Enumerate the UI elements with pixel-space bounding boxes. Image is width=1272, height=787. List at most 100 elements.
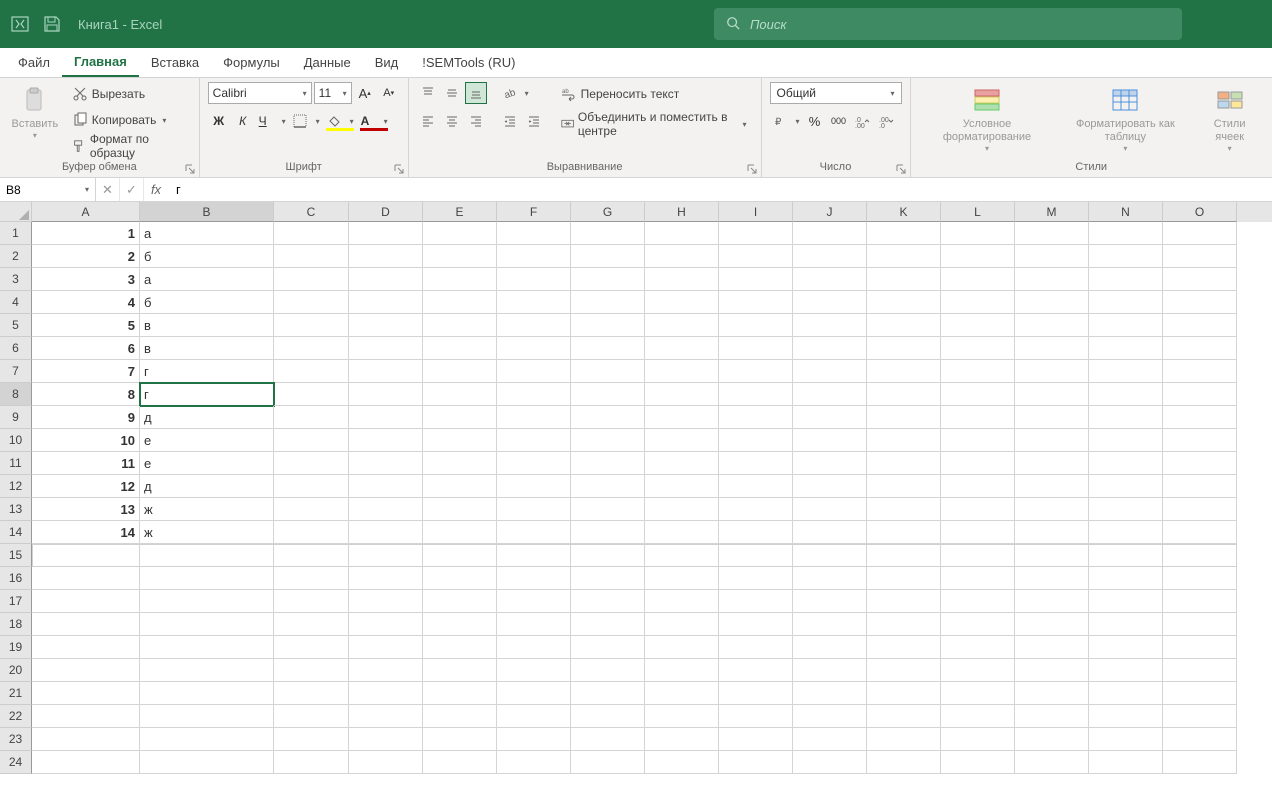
- cell-L14[interactable]: [941, 521, 1015, 544]
- cell-M20[interactable]: [1015, 659, 1089, 682]
- cell-E6[interactable]: [423, 337, 497, 360]
- cell-O6[interactable]: [1163, 337, 1237, 360]
- cell-N22[interactable]: [1089, 705, 1163, 728]
- cell-E13[interactable]: [423, 498, 497, 521]
- cell-G7[interactable]: [571, 360, 645, 383]
- select-all-corner[interactable]: [0, 202, 32, 222]
- cell-F18[interactable]: [497, 613, 571, 636]
- cell-F10[interactable]: [497, 429, 571, 452]
- col-header-N[interactable]: N: [1089, 202, 1163, 222]
- cell-F19[interactable]: [497, 636, 571, 659]
- cell-C13[interactable]: [274, 498, 349, 521]
- cell-H13[interactable]: [645, 498, 719, 521]
- cell-J21[interactable]: [793, 682, 867, 705]
- cell-H10[interactable]: [645, 429, 719, 452]
- cell-A16[interactable]: [32, 567, 140, 590]
- cell-H14[interactable]: [645, 521, 719, 544]
- col-header-M[interactable]: M: [1015, 202, 1089, 222]
- cell-C23[interactable]: [274, 728, 349, 751]
- cell-D12[interactable]: [349, 475, 423, 498]
- cell-N19[interactable]: [1089, 636, 1163, 659]
- cell-H24[interactable]: [645, 751, 719, 774]
- col-header-H[interactable]: H: [645, 202, 719, 222]
- row-header-24[interactable]: 24: [0, 751, 32, 774]
- cell-H17[interactable]: [645, 590, 719, 613]
- align-bottom-button[interactable]: [465, 82, 487, 104]
- cell-I15[interactable]: [719, 544, 793, 567]
- decrease-decimal-button[interactable]: .00.0: [876, 110, 898, 132]
- cell-N10[interactable]: [1089, 429, 1163, 452]
- cell-F1[interactable]: [497, 222, 571, 245]
- cell-K5[interactable]: [867, 314, 941, 337]
- cell-F3[interactable]: [497, 268, 571, 291]
- cell-A20[interactable]: [32, 659, 140, 682]
- cell-C1[interactable]: [274, 222, 349, 245]
- cell-B14[interactable]: ж: [140, 521, 274, 544]
- clipboard-dialog-launcher[interactable]: [185, 163, 197, 175]
- align-center-button[interactable]: [441, 110, 463, 132]
- cell-L13[interactable]: [941, 498, 1015, 521]
- cell-A5[interactable]: 5: [32, 314, 140, 337]
- cell-D3[interactable]: [349, 268, 423, 291]
- cell-O20[interactable]: [1163, 659, 1237, 682]
- increase-indent-button[interactable]: [523, 110, 545, 132]
- comma-style-button[interactable]: 000: [828, 110, 850, 132]
- cell-M24[interactable]: [1015, 751, 1089, 774]
- cell-E11[interactable]: [423, 452, 497, 475]
- cell-F21[interactable]: [497, 682, 571, 705]
- cell-N11[interactable]: [1089, 452, 1163, 475]
- cell-K23[interactable]: [867, 728, 941, 751]
- cell-J13[interactable]: [793, 498, 867, 521]
- cell-F5[interactable]: [497, 314, 571, 337]
- cell-J24[interactable]: [793, 751, 867, 774]
- cell-E19[interactable]: [423, 636, 497, 659]
- col-header-B[interactable]: B: [140, 202, 274, 222]
- cell-E15[interactable]: [423, 544, 497, 567]
- cell-E5[interactable]: [423, 314, 497, 337]
- cell-H20[interactable]: [645, 659, 719, 682]
- cell-G15[interactable]: [571, 544, 645, 567]
- cell-A9[interactable]: 9: [32, 406, 140, 429]
- cell-C21[interactable]: [274, 682, 349, 705]
- cell-K20[interactable]: [867, 659, 941, 682]
- cell-B24[interactable]: [140, 751, 274, 774]
- cell-M12[interactable]: [1015, 475, 1089, 498]
- cell-K22[interactable]: [867, 705, 941, 728]
- cell-A12[interactable]: 12: [32, 475, 140, 498]
- cell-F9[interactable]: [497, 406, 571, 429]
- cell-N23[interactable]: [1089, 728, 1163, 751]
- cell-E8[interactable]: [423, 383, 497, 406]
- cell-D24[interactable]: [349, 751, 423, 774]
- cell-B2[interactable]: б: [140, 245, 274, 268]
- col-header-E[interactable]: E: [423, 202, 497, 222]
- row-header-15[interactable]: 15: [0, 544, 32, 567]
- cell-A21[interactable]: [32, 682, 140, 705]
- cell-K13[interactable]: [867, 498, 941, 521]
- cell-C16[interactable]: [274, 567, 349, 590]
- cell-O10[interactable]: [1163, 429, 1237, 452]
- cell-H8[interactable]: [645, 383, 719, 406]
- cell-K7[interactable]: [867, 360, 941, 383]
- cell-I21[interactable]: [719, 682, 793, 705]
- cell-J17[interactable]: [793, 590, 867, 613]
- cell-B6[interactable]: в: [140, 337, 274, 360]
- cell-N7[interactable]: [1089, 360, 1163, 383]
- cell-H23[interactable]: [645, 728, 719, 751]
- cell-K2[interactable]: [867, 245, 941, 268]
- cell-E16[interactable]: [423, 567, 497, 590]
- cell-C18[interactable]: [274, 613, 349, 636]
- cell-B22[interactable]: [140, 705, 274, 728]
- cell-D16[interactable]: [349, 567, 423, 590]
- cell-J1[interactable]: [793, 222, 867, 245]
- cell-E1[interactable]: [423, 222, 497, 245]
- cell-O21[interactable]: [1163, 682, 1237, 705]
- cell-O19[interactable]: [1163, 636, 1237, 659]
- cell-C10[interactable]: [274, 429, 349, 452]
- cell-B13[interactable]: ж: [140, 498, 274, 521]
- cell-I1[interactable]: [719, 222, 793, 245]
- format-as-table-button[interactable]: Форматировать как таблицу: [1055, 82, 1195, 156]
- font-dialog-launcher[interactable]: [394, 163, 406, 175]
- cell-K15[interactable]: [867, 544, 941, 567]
- cell-F2[interactable]: [497, 245, 571, 268]
- cell-M1[interactable]: [1015, 222, 1089, 245]
